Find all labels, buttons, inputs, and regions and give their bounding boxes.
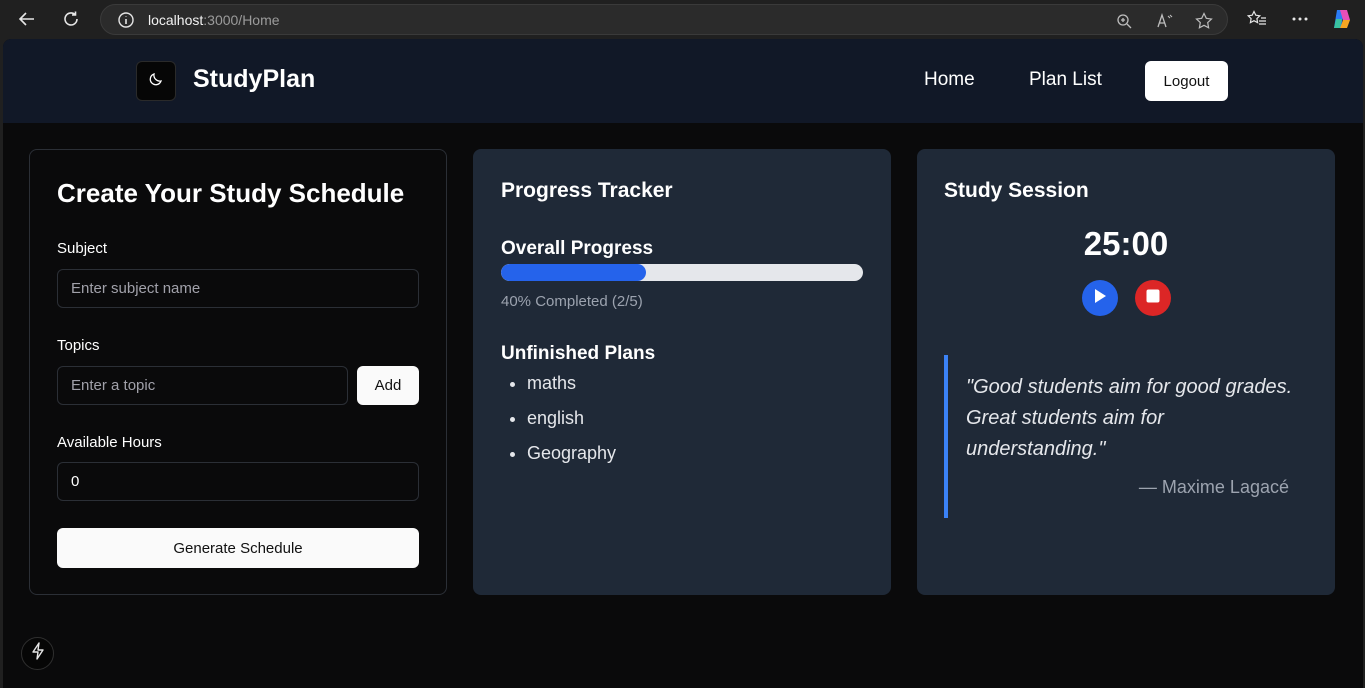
- read-aloud-icon[interactable]: [1155, 11, 1175, 31]
- add-topic-button[interactable]: Add: [357, 366, 419, 405]
- play-button[interactable]: [1082, 280, 1118, 316]
- progress-bar: [501, 264, 863, 281]
- motivational-quote: "Good students aim for good grades. Grea…: [944, 355, 1304, 518]
- topics-label: Topics: [57, 337, 100, 354]
- browser-toolbar: localhost:3000/Home: [0, 0, 1365, 39]
- back-arrow-icon[interactable]: [13, 6, 41, 32]
- subject-label: Subject: [57, 240, 108, 257]
- address-bar[interactable]: localhost:3000/Home: [100, 4, 1228, 35]
- schedule-form-card: Create Your Study Schedule Subject Topic…: [29, 149, 447, 595]
- page-viewport: StudyPlan Home Plan List Logout Create Y…: [3, 39, 1363, 688]
- quote-author: — Maxime Lagacé: [1138, 477, 1289, 497]
- list-item: english: [527, 406, 616, 441]
- zoom-icon[interactable]: [1114, 11, 1134, 31]
- schedule-form-title: Create Your Study Schedule: [57, 178, 405, 208]
- play-icon: [1093, 288, 1107, 309]
- info-icon[interactable]: [117, 11, 135, 29]
- app-header: StudyPlan Home Plan List Logout: [3, 39, 1363, 123]
- favorite-star-icon[interactable]: [1194, 11, 1214, 31]
- timer-display: 25:00: [1083, 225, 1169, 262]
- progress-tracker-title: Progress Tracker: [501, 179, 673, 202]
- progress-bar-fill: [501, 264, 646, 281]
- progress-percent-text: 40% Completed (2/5): [501, 293, 643, 310]
- subject-input[interactable]: [57, 269, 419, 308]
- quote-text: "Good students aim for good grades. Grea…: [966, 376, 1293, 460]
- logout-button[interactable]: Logout: [1145, 61, 1228, 101]
- hours-label: Available Hours: [57, 434, 162, 451]
- nav-plan-list-link[interactable]: Plan List: [1029, 69, 1102, 91]
- url-host: localhost: [148, 12, 204, 28]
- unfinished-plans-label: Unfinished Plans: [501, 343, 656, 364]
- url-path: :3000/Home: [203, 12, 280, 28]
- hours-input[interactable]: [57, 462, 419, 501]
- bolt-icon: [31, 642, 45, 665]
- more-icon[interactable]: [1288, 7, 1312, 31]
- refresh-icon[interactable]: [57, 6, 85, 32]
- moon-icon: [148, 71, 164, 92]
- url-text[interactable]: localhost:3000/Home: [148, 12, 280, 28]
- generate-schedule-button[interactable]: Generate Schedule: [57, 528, 419, 568]
- overall-progress-label: Overall Progress: [501, 238, 654, 259]
- nav-home-link[interactable]: Home: [924, 69, 975, 91]
- favorites-list-icon[interactable]: [1245, 7, 1269, 31]
- list-item: maths: [527, 371, 616, 406]
- theme-toggle-button[interactable]: [136, 61, 176, 101]
- stop-button[interactable]: [1135, 280, 1171, 316]
- copilot-icon[interactable]: [1330, 7, 1354, 31]
- list-item: Geography: [527, 441, 616, 476]
- unfinished-plans-list: maths english Geography: [527, 371, 616, 476]
- study-session-card: Study Session 25:00 "Good students aim f…: [917, 149, 1335, 595]
- progress-tracker-card: Progress Tracker Overall Progress 40% Co…: [473, 149, 891, 595]
- topic-input[interactable]: [57, 366, 348, 405]
- study-session-title: Study Session: [944, 179, 1089, 202]
- dev-tools-button[interactable]: [21, 637, 54, 670]
- brand-title[interactable]: StudyPlan: [193, 65, 315, 94]
- stop-icon: [1146, 289, 1160, 308]
